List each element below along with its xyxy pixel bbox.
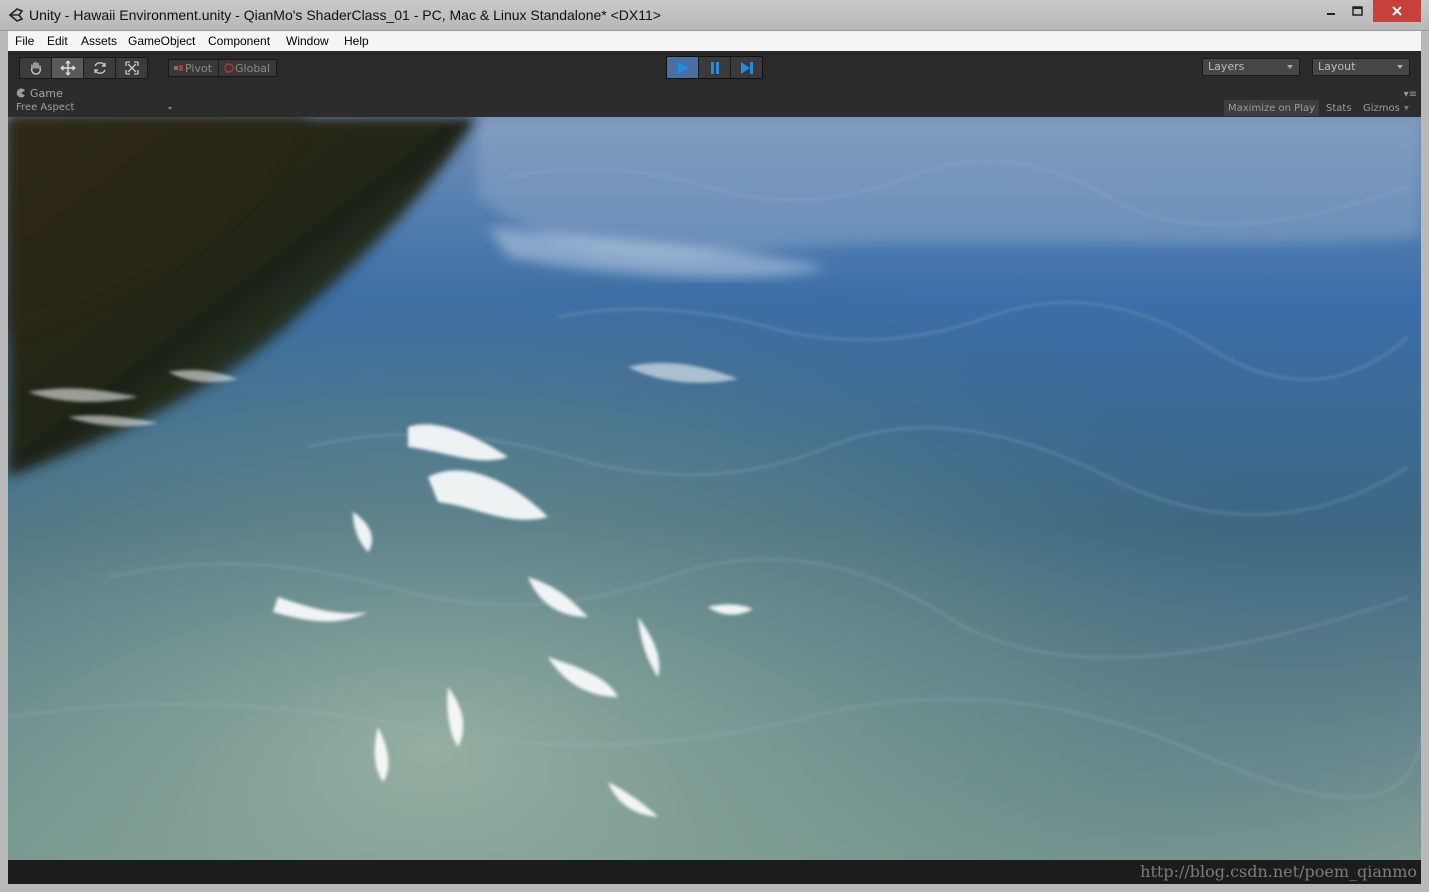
menu-help[interactable]: Help (344, 34, 369, 48)
layout-label: Layout (1318, 60, 1356, 73)
rotate-icon (93, 62, 106, 74)
game-viewport[interactable] (8, 117, 1421, 860)
hand-tool-button[interactable] (20, 58, 52, 78)
pacman-game-icon (16, 88, 25, 98)
chevron-down-icon (168, 107, 172, 110)
stats-label: Stats (1326, 102, 1352, 114)
menu-edit[interactable]: Edit (47, 34, 68, 48)
close-button[interactable] (1373, 0, 1421, 22)
scale-tool-button[interactable] (116, 58, 147, 78)
pause-button[interactable] (699, 57, 731, 78)
tab-game-label: Game (30, 86, 63, 100)
layout-dropdown[interactable]: Layout (1312, 58, 1410, 76)
menu-component[interactable]: Component (208, 34, 270, 48)
pivot-global-toggles: Pivot Global (168, 59, 278, 77)
maximize-on-play-label: Maximize on Play (1228, 102, 1316, 114)
window-frame-right (1421, 31, 1429, 892)
rotate-tool-button[interactable] (84, 58, 116, 78)
menu-assets[interactable]: Assets (81, 34, 117, 48)
move-icon (60, 60, 75, 76)
maximize-on-play-toggle[interactable]: Maximize on Play (1224, 100, 1320, 116)
global-button[interactable]: Global (219, 60, 276, 76)
tab-game[interactable]: Game (16, 85, 63, 101)
hand-icon (30, 61, 41, 75)
pause-icon (710, 61, 719, 74)
window-frame-bottom (0, 884, 1429, 892)
chevron-down-icon (1397, 65, 1403, 69)
maximize-icon (1351, 6, 1363, 16)
status-bar: http://blog.csdn.net/poem_qianmo (8, 860, 1421, 884)
aspect-dropdown[interactable]: Free Aspect (16, 102, 172, 116)
global-icon (224, 63, 234, 73)
unity-logo-icon (8, 8, 24, 22)
game-view-header: Game ▾≡ Free Aspect Maximize on Play Sta… (8, 84, 1421, 117)
menu-bar: File Edit Assets GameObject Component Wi… (8, 31, 1421, 52)
aspect-label: Free Aspect (16, 102, 75, 113)
chevron-down-icon (1287, 65, 1293, 69)
pivot-label: Pivot (185, 61, 213, 75)
minimize-button[interactable] (1318, 0, 1344, 22)
global-label: Global (235, 61, 271, 75)
layers-dropdown[interactable]: Layers (1202, 58, 1300, 76)
menu-window[interactable]: Window (286, 34, 329, 48)
window-frame-left (0, 31, 8, 892)
move-tool-button[interactable] (52, 58, 84, 78)
scale-icon (124, 61, 139, 75)
step-button[interactable] (731, 57, 762, 78)
pivot-button[interactable]: Pivot (169, 60, 220, 76)
water-scene-image (8, 117, 1421, 860)
gizmos-dropdown[interactable]: Gizmos ▾ (1359, 100, 1413, 116)
gizmos-label: Gizmos (1363, 102, 1400, 114)
stats-toggle[interactable]: Stats (1322, 100, 1356, 116)
play-button[interactable] (667, 57, 699, 78)
maximize-button[interactable] (1344, 0, 1370, 22)
main-toolbar: Pivot Global Layers Layout (8, 51, 1421, 85)
layers-label: Layers (1208, 60, 1245, 73)
tab-options-icon[interactable]: ▾≡ (1404, 89, 1417, 100)
transform-tools (19, 57, 148, 79)
menu-file[interactable]: File (15, 34, 34, 48)
title-bar: Unity - Hawaii Environment.unity - QianM… (0, 0, 1429, 31)
step-icon (740, 61, 753, 74)
watermark-text: http://blog.csdn.net/poem_qianmo (1140, 862, 1417, 881)
minimize-icon (1327, 13, 1335, 15)
close-icon (1392, 6, 1402, 16)
playback-controls (666, 56, 763, 79)
play-icon (677, 61, 689, 74)
chevron-down-icon: ▾ (1403, 102, 1409, 114)
window-title: Unity - Hawaii Environment.unity - QianM… (29, 7, 661, 23)
menu-gameobject[interactable]: GameObject (128, 34, 195, 48)
pivot-icon (174, 65, 183, 71)
